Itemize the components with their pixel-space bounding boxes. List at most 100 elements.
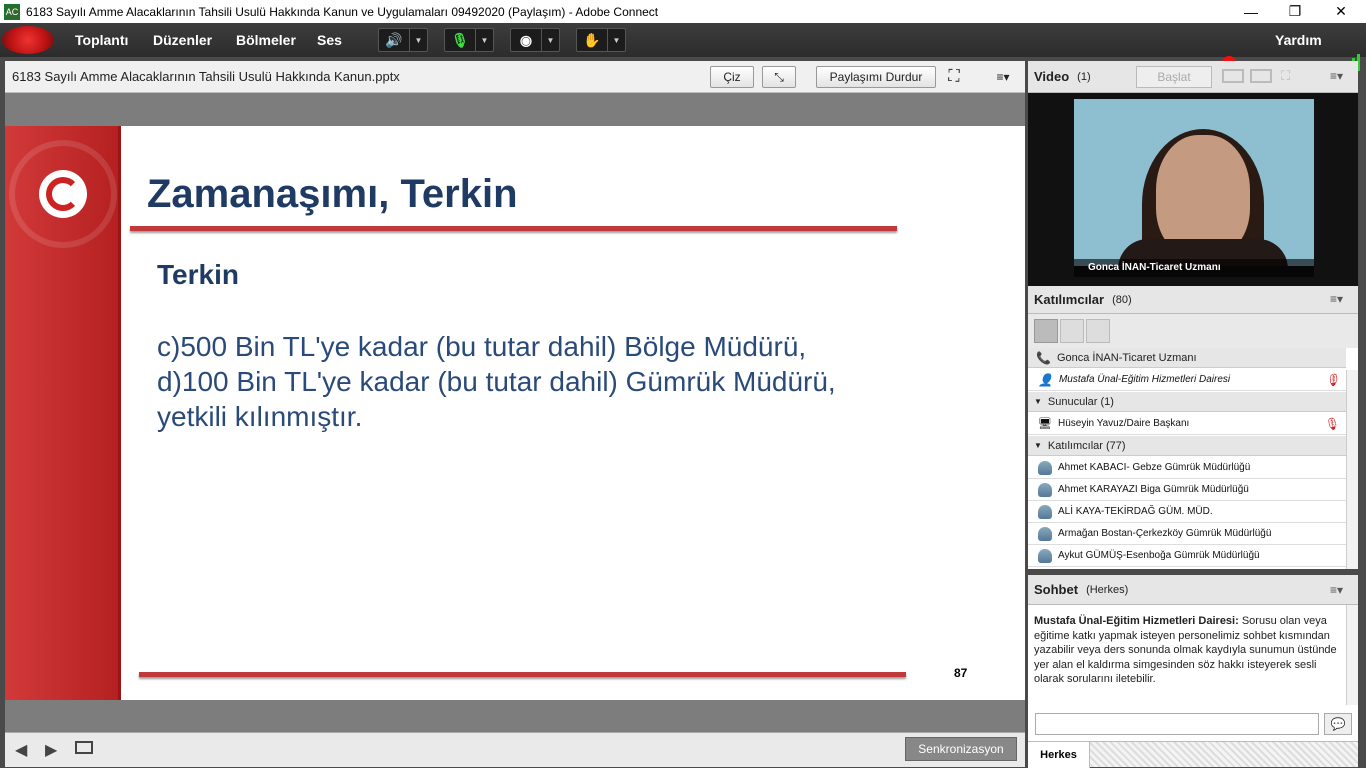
participants-count: (80) <box>1112 293 1132 306</box>
title-underline <box>130 226 897 231</box>
microphone-control[interactable]: 🎙 ▼ <box>444 28 494 52</box>
host-name: Mustafa Ünal-Eğitim Hizmetleri Dairesi <box>1058 374 1231 385</box>
stop-sharing-button[interactable]: Paylaşımı Durdur <box>816 66 936 88</box>
sidebar-toggle-icon[interactable] <box>75 741 93 754</box>
speaker-icon: 📞 <box>1036 350 1051 365</box>
adobe-connect-icon: AC <box>4 3 20 20</box>
webcam-icon[interactable]: ◉ <box>511 29 541 51</box>
attendees-label: Katılımcılar (77) <box>1047 439 1126 452</box>
chat-tabs: Herkes <box>1028 741 1358 768</box>
attendee-name: ALİ KAYA-TEKİRDAĞ GÜM. MÜD. <box>1058 506 1213 517</box>
menu-bar: Toplantı Düzenler Bölmeler Ses 🔊 ▼ 🎙 ▼ ◉… <box>0 23 1366 71</box>
restore-button[interactable]: ❐ <box>1272 0 1318 23</box>
chevron-down-icon[interactable]: ▼ <box>1034 397 1042 406</box>
chevron-down-icon[interactable]: ▼ <box>1034 441 1042 450</box>
close-button[interactable]: ✕ <box>1318 0 1364 23</box>
tab-herkes[interactable]: Herkes <box>1028 742 1090 768</box>
pod-options-icon[interactable]: ≡▾ <box>1330 292 1343 306</box>
chevron-down-icon[interactable]: ▼ <box>607 29 625 51</box>
slide-line: d)100 Bin TL'ye kadar (bu tutar dahil) G… <box>157 366 836 397</box>
menu-ses[interactable]: Ses <box>317 32 342 48</box>
list-item[interactable]: Aykut GÜMÜŞ-Esenboğa Gümrük Müdürlüğü <box>1028 545 1346 567</box>
minimize-button[interactable]: — <box>1228 0 1274 23</box>
video-count: (1) <box>1077 70 1091 83</box>
window-title: 6183 Sayılı Amme Alacaklarının Tahsili U… <box>26 4 659 19</box>
list-item[interactable]: Ahmet KARAYAZI Biga Gümrük Müdürlüğü <box>1028 479 1346 501</box>
microphone-muted-icon[interactable]: 🎙 <box>445 29 475 51</box>
participants-pod-header: Katılımcılar (80) ≡▾ <box>1028 286 1358 314</box>
chat-pod: Mustafa Ünal-Eğitim Hizmetleri Dairesi: … <box>1028 605 1358 768</box>
active-speaker-row: 📞 Gonca İNAN-Ticaret Uzmanı <box>1028 348 1346 368</box>
pointer-button[interactable]: ⤡ <box>762 66 796 88</box>
raise-hand-icon[interactable]: ✋ <box>577 29 607 51</box>
host-icon: 👤 <box>1038 372 1053 387</box>
participants-pod: 📞 Gonca İNAN-Ticaret Uzmanı 👤 Mustafa Ün… <box>1028 314 1358 569</box>
share-pod-header: 6183 Sayılı Amme Alacaklarının Tahsili U… <box>5 61 1025 93</box>
attendee-name: Armağan Bostan-Çerkezköy Gümrük Müdürlüğ… <box>1058 528 1272 539</box>
slide-body: c)500 Bin TL'ye kadar (bu tutar dahil) B… <box>157 329 836 434</box>
pod-options-icon[interactable]: ≡▾ <box>990 66 1016 88</box>
participants-scrollbar[interactable] <box>1346 370 1358 569</box>
send-message-icon[interactable]: 💬 <box>1324 713 1352 735</box>
user-icon <box>1038 548 1052 563</box>
participants-toolbar <box>1028 314 1358 348</box>
pod-options-icon[interactable]: ≡▾ <box>1330 583 1343 597</box>
pointer-icon: ⤡ <box>774 69 784 84</box>
microphone-muted-icon: 🎙 <box>1324 416 1340 431</box>
presenters-label: Sunucular (1) <box>1047 395 1114 408</box>
share-pod: 6183 Sayılı Amme Alacaklarının Tahsili U… <box>5 61 1025 767</box>
draw-button[interactable]: Çiz <box>710 66 754 88</box>
presenters-group[interactable]: ▼ Sunucular (1) <box>1028 392 1346 412</box>
footer-rule <box>139 672 906 677</box>
user-icon <box>1038 482 1052 497</box>
user-icon <box>1038 526 1052 541</box>
filmstrip-view-icon[interactable] <box>1250 69 1272 83</box>
video-caption: Gonca İNAN-Ticaret Uzmanı <box>1074 259 1314 277</box>
webcam-control[interactable]: ◉ ▼ <box>510 28 560 52</box>
raise-hand-control[interactable]: ✋ ▼ <box>576 28 626 52</box>
slide-page-number: 87 <box>954 666 968 680</box>
chat-scope: (Herkes) <box>1086 583 1129 596</box>
attendee-name: Aykut GÜMÜŞ-Esenboğa Gümrük Müdürlüğü <box>1058 550 1260 561</box>
menu-toplanti[interactable]: Toplantı <box>75 32 128 48</box>
menu-bolmeler[interactable]: Bölmeler <box>236 32 296 48</box>
fullscreen-icon[interactable]: ⛶ <box>942 66 966 88</box>
chat-pod-header: Sohbet (Herkes) ≡▾ <box>1028 575 1358 605</box>
start-video-button[interactable]: Başlat <box>1136 66 1212 88</box>
previous-slide-icon[interactable]: ◀ <box>15 740 27 760</box>
pod-options-icon[interactable]: ≡▾ <box>1330 69 1343 83</box>
attendee-name: Ahmet KARAYAZI Biga Gümrük Müdürlüğü <box>1058 484 1249 495</box>
menu-help[interactable]: Yardım <box>1275 32 1322 48</box>
speaker-icon[interactable]: 🔊 <box>379 29 409 51</box>
list-view-icon[interactable] <box>1034 319 1058 343</box>
webcam-feed <box>1074 99 1314 266</box>
chevron-down-icon[interactable]: ▼ <box>475 29 493 51</box>
slide-line: yetkili kılınmıştır. <box>157 401 363 432</box>
presenter-name: Hüseyin Yavuz/Daire Başkanı <box>1057 418 1190 429</box>
status-view-icon[interactable] <box>1086 319 1110 343</box>
user-icon <box>1038 504 1052 519</box>
list-item[interactable]: Ahmet KABACI- Gebze Gümrük Müdürlüğü <box>1028 457 1346 479</box>
synchronize-button[interactable]: Senkronizasyon <box>905 737 1017 761</box>
chat-input[interactable] <box>1035 713 1319 735</box>
fullscreen-icon[interactable]: ⛶ <box>1281 68 1290 84</box>
chevron-down-icon[interactable]: ▼ <box>409 29 427 51</box>
chevron-down-icon[interactable]: ▼ <box>541 29 559 51</box>
host-row[interactable]: 👤 Mustafa Ünal-Eğitim Hizmetleri Dairesi… <box>1028 369 1346 391</box>
video-pod-header: Video (1) Başlat ⛶ ≡▾ <box>1028 61 1358 93</box>
speaker-control[interactable]: 🔊 ▼ <box>378 28 428 52</box>
slide-line: c)500 Bin TL'ye kadar (bu tutar dahil) B… <box>157 331 807 362</box>
breakout-icon[interactable] <box>1060 319 1084 343</box>
slide-subtitle: Terkin <box>157 259 239 290</box>
grid-view-icon[interactable] <box>1222 69 1244 83</box>
list-item[interactable]: Armağan Bostan-Çerkezköy Gümrük Müdürlüğ… <box>1028 523 1346 545</box>
list-item[interactable]: ALİ KAYA-TEKİRDAĞ GÜM. MÜD. <box>1028 501 1346 523</box>
menu-duzenler[interactable]: Düzenler <box>153 32 212 48</box>
next-slide-icon[interactable]: ▶ <box>45 740 57 760</box>
presenter-row[interactable]: 🖥 Hüseyin Yavuz/Daire Başkanı 🎙 <box>1028 413 1346 435</box>
attendees-group[interactable]: ▼ Katılımcılar (77) <box>1028 436 1346 456</box>
user-icon <box>1038 460 1052 475</box>
shared-document-title: 6183 Sayılı Amme Alacaklarının Tahsili U… <box>12 69 400 84</box>
chat-scrollbar[interactable] <box>1346 605 1358 705</box>
presentation-slide: Zamanaşımı, Terkin Terkin c)500 Bin TL'y… <box>5 126 1025 700</box>
